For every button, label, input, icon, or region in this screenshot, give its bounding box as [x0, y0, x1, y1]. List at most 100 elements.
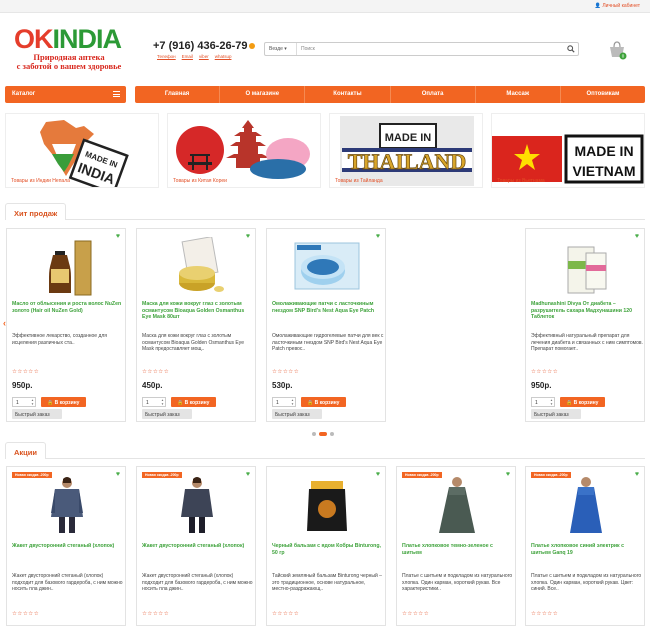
- rating-stars: ☆☆☆☆☆: [272, 369, 300, 375]
- quantity-input[interactable]: 1 ▲ ▼: [272, 397, 296, 407]
- promo-card[interactable]: ♥ Черный бальзам с ядом Кобры Binturong,…: [266, 466, 386, 626]
- product-description: Жакет двусторонний стеганый (хлопок) под…: [142, 573, 253, 592]
- favorite-icon[interactable]: ♥: [506, 471, 510, 478]
- favorite-icon[interactable]: ♥: [246, 471, 250, 478]
- tagline: Природная аптека с заботой о вашем здоро…: [14, 53, 124, 71]
- product-description: Платье с шитьем и подкладом из натуральн…: [531, 573, 642, 592]
- menu-icon: [113, 91, 120, 97]
- quick-order-button[interactable]: Быстрый заказ: [272, 409, 322, 419]
- quantity-stepper[interactable]: ▲ ▼: [291, 398, 294, 406]
- banner-thailand[interactable]: MADE IN THAILAND Товары из Тайланда: [329, 113, 483, 188]
- product-description: Маска для кожи вокруг глаз с золотым осм…: [142, 333, 245, 352]
- add-to-cart-label: В корзину: [573, 399, 599, 406]
- catalog-button[interactable]: Каталог: [5, 86, 126, 103]
- product-name[interactable]: Черный бальзам с ядом Кобры Binturong, 5…: [272, 543, 384, 556]
- svg-text:MADE IN: MADE IN: [385, 132, 432, 144]
- promo-card[interactable]: Новая скидка -200р ♥ Платье хлопковое си…: [525, 466, 645, 626]
- favorite-icon[interactable]: ♥: [116, 471, 120, 478]
- quantity-stepper[interactable]: ▲ ▼: [161, 398, 164, 406]
- quantity-stepper[interactable]: ▲ ▼: [550, 398, 553, 406]
- quick-order-button[interactable]: Быстрый заказ: [531, 409, 581, 419]
- nav-item-contacts[interactable]: Контакты: [305, 86, 391, 103]
- callback-icon[interactable]: [249, 43, 256, 50]
- category-banners: MADE IN INDIA Товары из Индии Непала Тов…: [5, 113, 645, 188]
- svg-text:MADE IN: MADE IN: [574, 143, 633, 159]
- favorite-icon[interactable]: ♥: [376, 233, 380, 240]
- carousel-dots: [312, 431, 337, 438]
- product-description: Жакет двусторонний стеганый (хлопок) под…: [12, 573, 123, 592]
- product-image: [567, 246, 607, 294]
- product-name[interactable]: Платье хлопковое темно-зеленое с шитьем: [402, 543, 514, 556]
- favorite-icon[interactable]: ♥: [246, 233, 250, 240]
- search-input[interactable]: Поиск: [301, 46, 315, 52]
- quantity-value: 1: [146, 400, 149, 406]
- contact-email-link[interactable]: Email: [182, 54, 193, 59]
- product-name[interactable]: Жакет двусторонний стеганый (хлопок): [12, 543, 124, 550]
- product-name[interactable]: Масло от облысения и роста волос NuZen з…: [12, 301, 124, 314]
- add-to-cart-button[interactable]: 🔒 В корзину: [301, 397, 346, 407]
- banner-vietnam[interactable]: MADE IN VIETNAM Товары из Вьетнама: [491, 113, 645, 188]
- promo-card[interactable]: Новая скидка -200р ♥ Жакет двусторонний …: [136, 466, 256, 626]
- quick-order-button[interactable]: Быстрый заказ: [142, 409, 192, 419]
- search-category-select[interactable]: Везде ▾: [265, 43, 297, 55]
- banner-china[interactable]: Товары из Китая Кореи: [167, 113, 321, 188]
- quantity-stepper[interactable]: ▲ ▼: [31, 398, 34, 406]
- quantity-value: 1: [535, 400, 538, 406]
- search-category-label: Везде: [269, 46, 283, 52]
- banner-thailand-caption: Товары из Тайланда: [335, 178, 383, 184]
- contact-viber-link[interactable]: viber: [199, 54, 209, 59]
- product-name[interactable]: Жакет двусторонний стеганый (хлопок): [142, 543, 254, 550]
- favorite-icon[interactable]: ♥: [116, 233, 120, 240]
- nav-item-massage[interactable]: Массаж: [476, 86, 561, 103]
- rating-stars: ☆☆☆☆☆: [272, 611, 300, 617]
- add-to-cart-label: В корзину: [184, 399, 210, 406]
- contact-whatsup-link[interactable]: whatsup: [215, 54, 232, 59]
- catalog-label: Каталог: [12, 91, 36, 97]
- logo[interactable]: OKINDIA Природная аптека с заботой о ваш…: [14, 26, 134, 71]
- product-price: 950р.: [531, 381, 552, 390]
- carousel-dot-active[interactable]: [319, 432, 327, 436]
- quantity-input[interactable]: 1 ▲ ▼: [142, 397, 166, 407]
- add-to-cart-button[interactable]: 🔒 В корзину: [41, 397, 86, 407]
- bestsellers-tab[interactable]: Хит продаж: [5, 203, 67, 220]
- search-icon[interactable]: [567, 45, 575, 53]
- account-link[interactable]: 👤 Личный кабинет: [595, 3, 640, 9]
- quick-order-button[interactable]: Быстрый заказ: [12, 409, 62, 419]
- product-description: Платье с шитьем и подкладом из натуральн…: [402, 573, 513, 592]
- rating-stars: ☆☆☆☆☆: [12, 611, 40, 617]
- promo-card[interactable]: Новая скидка -200р ♥ Платье хлопковое те…: [396, 466, 516, 626]
- svg-text:THAILAND: THAILAND: [348, 149, 467, 174]
- add-to-cart-button[interactable]: 🔒 В корзину: [560, 397, 605, 407]
- add-to-cart-label: В корзину: [54, 399, 80, 406]
- india-map-image: MADE IN INDIA: [40, 120, 129, 187]
- nav-item-home[interactable]: Главная: [135, 86, 221, 103]
- nav-item-payment[interactable]: Оплата: [391, 86, 476, 103]
- carousel-dot[interactable]: [312, 432, 316, 436]
- promo-card[interactable]: Новая скидка -200р ♥ Жакет двусторонний …: [6, 466, 126, 626]
- product-name[interactable]: Маска для кожи вокруг глаз с золотым осм…: [142, 301, 254, 321]
- favorite-icon[interactable]: ♥: [376, 471, 380, 478]
- cart-icon[interactable]: 0: [607, 40, 627, 60]
- carousel-dot[interactable]: [330, 432, 334, 436]
- product-card[interactable]: ♥ Madhunashini Divya От диабета – разруш…: [525, 228, 645, 422]
- product-name[interactable]: Платье хлопковое синий электрик с шитьем…: [531, 543, 643, 556]
- contact-phone-link[interactable]: Телефон: [157, 54, 176, 59]
- product-image: [179, 237, 224, 292]
- banner-india[interactable]: MADE IN INDIA Товары из Индии Непала: [5, 113, 159, 188]
- banner-vietnam-caption: Товары из Вьетнама: [497, 178, 545, 184]
- product-card[interactable]: ♥ Маска для кожи вокруг глаз с золотым о…: [136, 228, 256, 422]
- quantity-input[interactable]: 1 ▲ ▼: [531, 397, 555, 407]
- product-name[interactable]: Madhunashini Divya От диабета – разрушит…: [531, 301, 643, 321]
- promo-tab[interactable]: Акции: [5, 442, 47, 459]
- quantity-input[interactable]: 1 ▲ ▼: [12, 397, 36, 407]
- favorite-icon[interactable]: ♥: [635, 233, 639, 240]
- product-card[interactable]: ♥ Омолаживающие патчи с ласточкиным гнез…: [266, 228, 386, 422]
- product-card[interactable]: ♥ Масло от облысения и роста волос NuZen…: [6, 228, 126, 422]
- nav-item-about[interactable]: О магазине: [220, 86, 306, 103]
- favorite-icon[interactable]: ♥: [635, 471, 639, 478]
- product-name[interactable]: Омолаживающие патчи с ласточкиным гнездо…: [272, 301, 384, 314]
- phone-number[interactable]: +7 (916) 436-26-79: [153, 40, 256, 52]
- nav-item-wholesale[interactable]: Оптовикам: [561, 86, 645, 103]
- search-bar[interactable]: Везде ▾ Поиск: [264, 42, 579, 56]
- add-to-cart-button[interactable]: 🔒 В корзину: [171, 397, 216, 407]
